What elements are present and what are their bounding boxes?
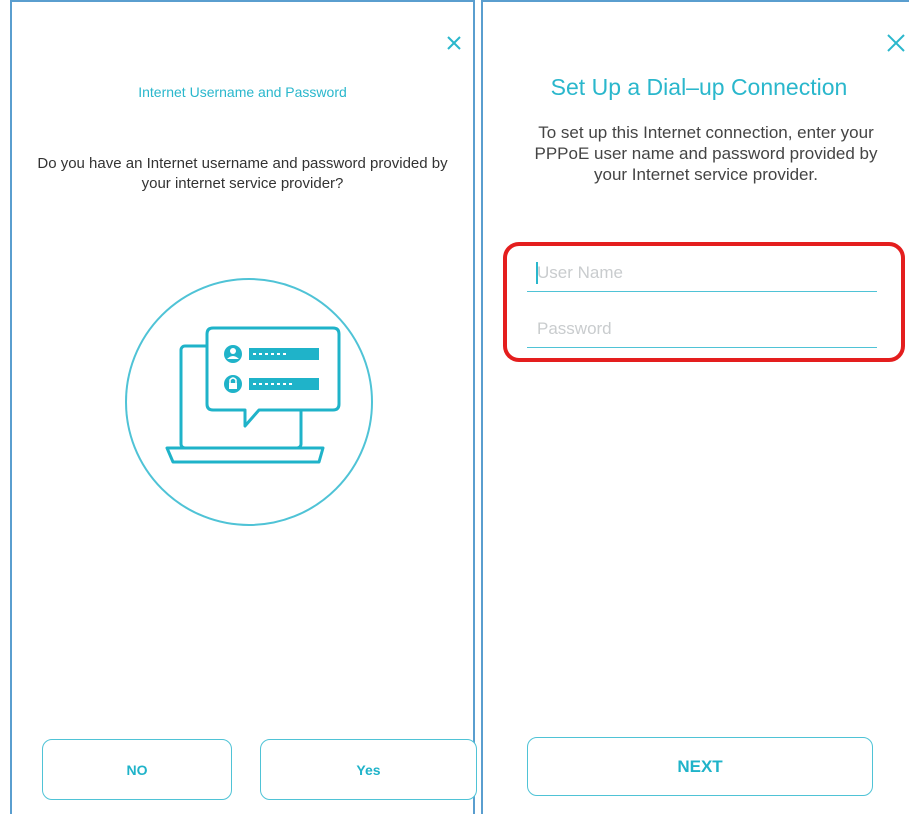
question-text: Do you have an Internet username and pas… xyxy=(37,155,448,192)
close-icon xyxy=(447,36,461,50)
password-field[interactable] xyxy=(527,316,877,348)
close-icon xyxy=(887,34,905,52)
text-cursor xyxy=(536,262,538,284)
description-text: To set up this Internet connection, ente… xyxy=(534,123,878,184)
yes-button[interactable]: Yes xyxy=(260,739,477,800)
no-button[interactable]: NO xyxy=(42,739,232,800)
credentials-laptop-icon xyxy=(123,276,375,528)
username-field[interactable] xyxy=(527,260,877,292)
page-title: Set Up a Dial–up Connection xyxy=(550,74,848,100)
close-button[interactable] xyxy=(445,34,463,52)
left-screen: Internet Username and Password Do you ha… xyxy=(10,0,477,814)
next-button[interactable]: NEXT xyxy=(527,737,873,796)
close-button[interactable] xyxy=(885,32,907,54)
right-screen: Set Up a Dial–up Connection To set up th… xyxy=(481,0,909,814)
page-title: Internet Username and Password xyxy=(138,84,347,100)
